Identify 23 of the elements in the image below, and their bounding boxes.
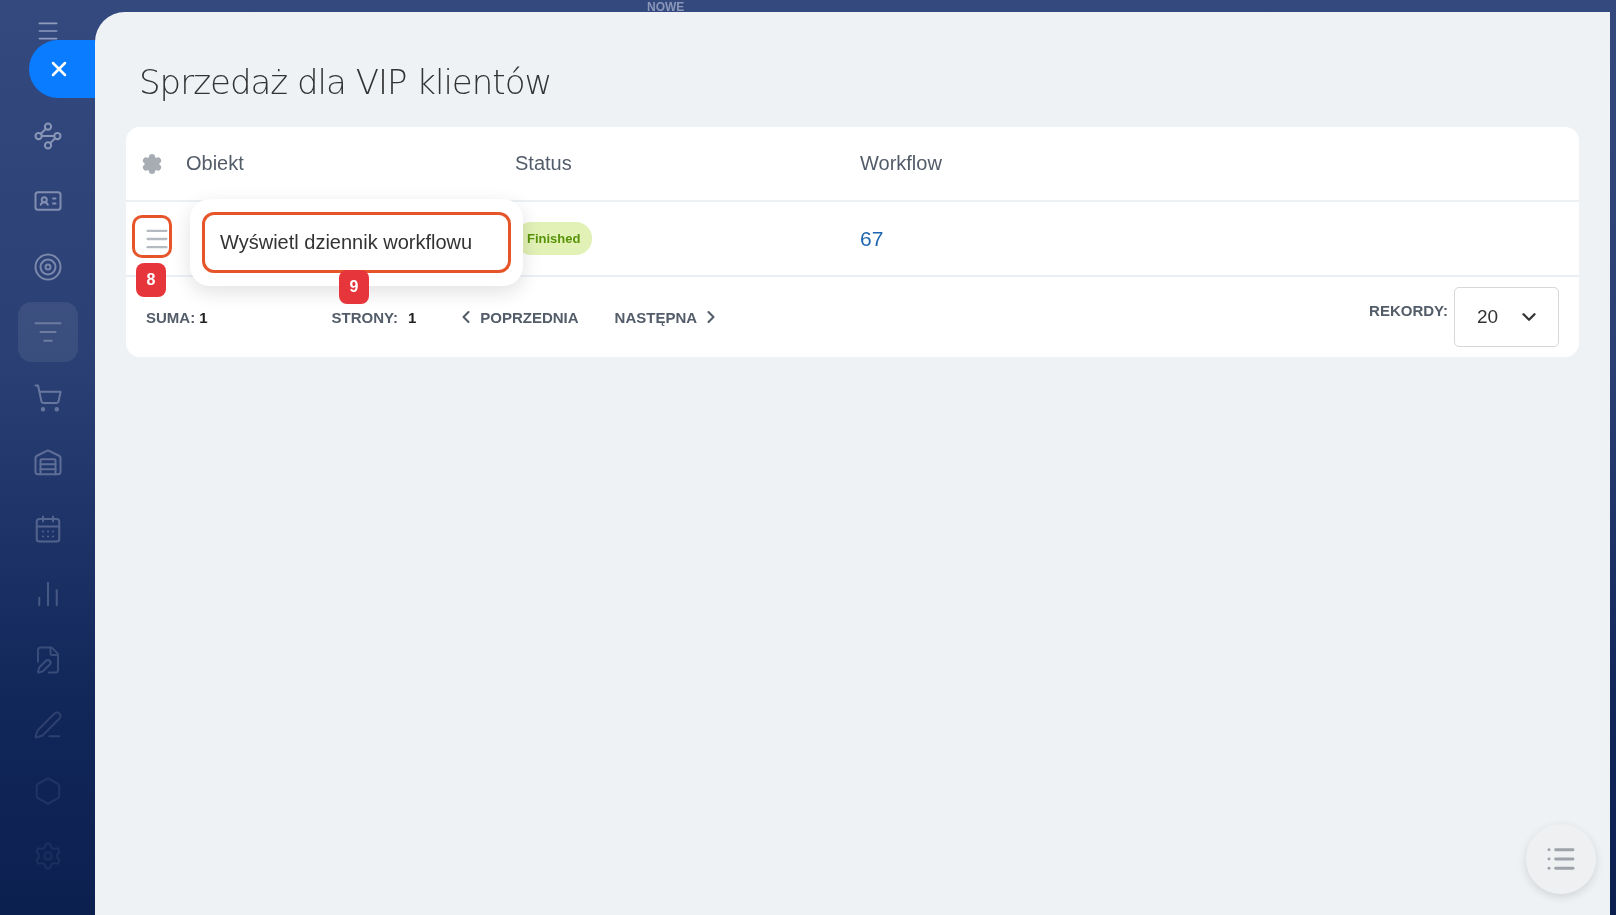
next-link[interactable]: NASTĘPNA — [614, 307, 722, 327]
page-count: STRONY: 1 — [331, 308, 417, 326]
cart-icon — [32, 382, 63, 413]
page-title: Sprzedaż dla VIP klientów — [138, 61, 553, 104]
column-header: Obiekt — [186, 152, 245, 175]
step-badge: 8 — [136, 263, 166, 297]
previous-link[interactable]: POPRZEDNIA — [456, 307, 579, 327]
top-label: NOWE — [647, 0, 685, 14]
warehouse-icon — [32, 448, 63, 478]
records-label: REKORDY: — [1369, 302, 1448, 319]
menu-item[interactable]: Wyświetl dziennik workflowu — [202, 212, 511, 273]
pen-icon — [32, 710, 63, 740]
target-icon — [32, 251, 63, 282]
total-count: SUMA: 1 — [146, 308, 208, 326]
step-badge: 9 — [339, 270, 369, 304]
column-header: Status — [515, 152, 573, 175]
list-button[interactable] — [1526, 824, 1596, 894]
highlight-frame — [132, 215, 172, 258]
workflow-link[interactable]: 67 — [860, 226, 884, 250]
column-header: Workflow — [860, 152, 943, 175]
records-select[interactable]: 20 — [1454, 287, 1559, 347]
nodes-icon — [32, 120, 63, 151]
sidebar-item[interactable] — [17, 302, 78, 362]
